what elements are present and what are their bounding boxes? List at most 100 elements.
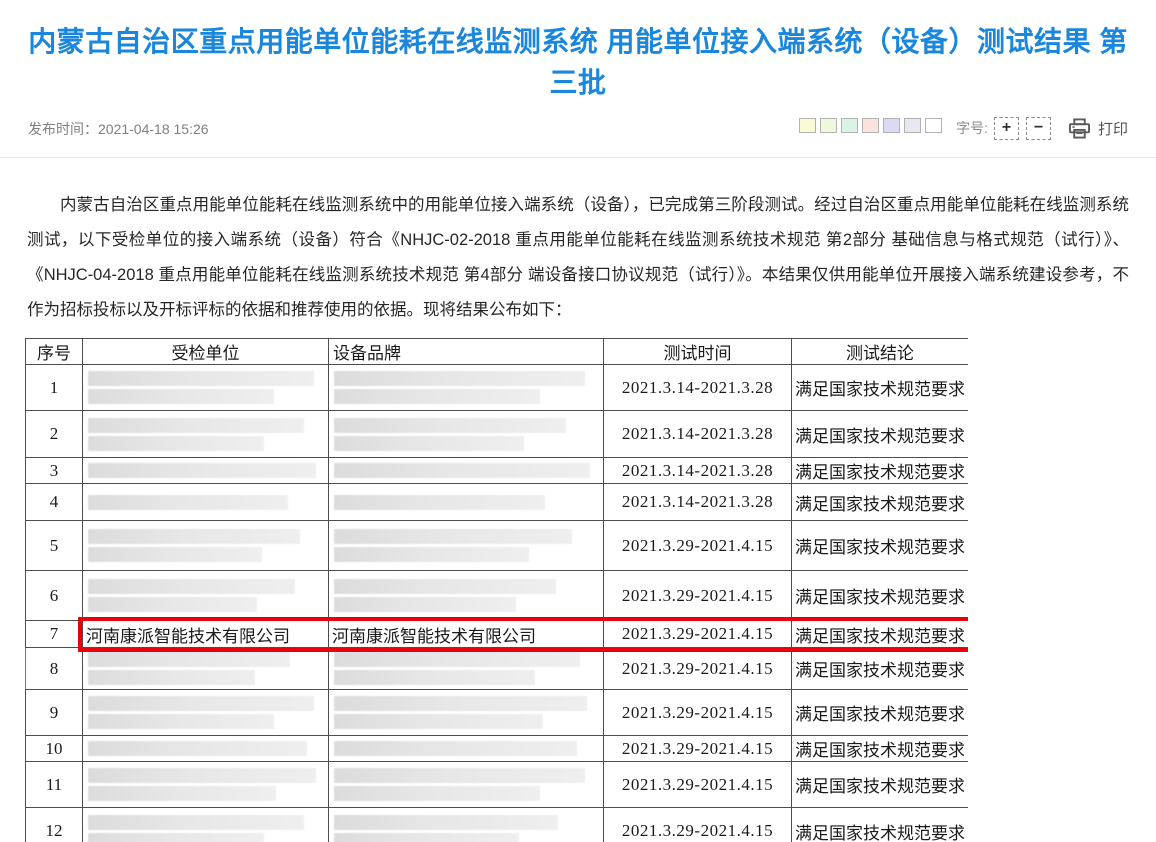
unit-cell [83,458,329,484]
table-row: 62021.3.29-2021.4.15满足国家技术规范要求 [26,571,969,621]
brand-cell [329,458,604,484]
brand-cell [329,484,604,521]
result-cell: 满足国家技术规范要求 [792,648,969,690]
unit-cell [83,648,329,690]
unit-cell [83,571,329,621]
redacted-text [334,652,598,685]
redacted-text [334,815,598,842]
meta-row: 发布时间：2021-04-18 15:26 字号: + − 打印 [28,115,1128,141]
row-number-cell: 6 [26,571,83,621]
result-cell: 满足国家技术规范要求 [792,411,969,458]
result-cell: 满足国家技术规范要求 [792,484,969,521]
font-increase-button[interactable]: + [994,117,1019,140]
redacted-text [88,768,323,801]
toolbar: 字号: + − 打印 [799,115,1128,141]
brand-cell [329,762,604,808]
brand-cell [329,736,604,762]
column-header: 测试时间 [604,339,792,365]
table-row: 52021.3.29-2021.4.15满足国家技术规范要求 [26,521,969,571]
results-table: 序号受检单位设备品牌测试时间测试结论 12021.3.14-2021.3.28满… [25,338,968,842]
color-swatch[interactable] [820,118,837,133]
time-cell: 2021.3.29-2021.4.15 [604,762,792,808]
unit-cell [83,736,329,762]
redacted-text [334,696,598,729]
result-cell: 满足国家技术规范要求 [792,736,969,762]
redacted-text [88,529,323,562]
brand-cell [329,648,604,690]
redacted-text [334,741,598,756]
print-button[interactable]: 打印 [1068,118,1128,139]
redacted-text [88,579,323,612]
row-number-cell: 1 [26,365,83,411]
color-swatch[interactable] [925,118,942,133]
font-size-label: 字号: [956,118,988,138]
table-row: 1 2021.3.14-2021.3.28满足国家技术规范要求 [26,365,969,411]
time-cell: 2021.3.29-2021.4.15 [604,648,792,690]
redacted-text [334,529,598,562]
redacted-text [88,696,323,729]
table-row: 82021.3.29-2021.4.15满足国家技术规范要求 [26,648,969,690]
brand-cell: 河南康派智能技术有限公司 [329,621,604,648]
row-number-cell: 5 [26,521,83,571]
color-swatch[interactable] [862,118,879,133]
unit-cell [83,411,329,458]
result-cell: 满足国家技术规范要求 [792,808,969,842]
brand-cell [329,571,604,621]
row-number-cell: 2 [26,411,83,458]
result-cell: 满足国家技术规范要求 [792,458,969,484]
table-row: 2 2021.3.14-2021.3.28满足国家技术规范要求 [26,411,969,458]
time-cell: 2021.3.14-2021.3.28 [604,411,792,458]
brand-cell [329,411,604,458]
unit-cell [83,690,329,736]
column-header: 受检单位 [83,339,329,365]
publish-time: 发布时间：2021-04-18 15:26 [28,119,209,139]
page-title: 内蒙古自治区重点用能单位能耗在线监测系统 用能单位接入端系统（设备）测试结果 第… [26,21,1130,103]
row-number-cell: 3 [26,458,83,484]
row-number-cell: 11 [26,762,83,808]
table-row: 11 2021.3.29-2021.4.15满足国家技术规范要求 [26,762,969,808]
unit-cell [83,484,329,521]
unit-cell [83,365,329,411]
result-cell: 满足国家技术规范要求 [792,571,969,621]
print-label: 打印 [1098,118,1128,139]
result-cell: 满足国家技术规范要求 [792,690,969,736]
unit-cell: 河南康派智能技术有限公司 [83,621,329,648]
color-swatch[interactable] [883,118,900,133]
color-swatch[interactable] [904,118,921,133]
color-swatch[interactable] [799,118,816,133]
table-header-row: 序号受检单位设备品牌测试时间测试结论 [26,339,969,365]
row-number-cell: 7 [26,621,83,648]
result-cell: 满足国家技术规范要求 [792,621,969,648]
font-decrease-button[interactable]: − [1026,117,1051,140]
time-cell: 2021.3.14-2021.3.28 [604,458,792,484]
result-cell: 满足国家技术规范要求 [792,762,969,808]
row-number-cell: 9 [26,690,83,736]
redacted-text [88,371,323,404]
publish-label: 发布时间： [28,121,98,137]
table-row: 122021.3.29-2021.4.15满足国家技术规范要求 [26,808,969,842]
redacted-text [88,463,323,478]
column-header: 设备品牌 [329,339,604,365]
brand-cell [329,808,604,842]
redacted-text [88,652,323,685]
column-header: 序号 [26,339,83,365]
table-row: 7河南康派智能技术有限公司河南康派智能技术有限公司2021.3.29-2021.… [26,621,969,648]
time-cell: 2021.3.14-2021.3.28 [604,365,792,411]
redacted-text [88,741,323,756]
article-page: 内蒙古自治区重点用能单位能耗在线监测系统 用能单位接入端系统（设备）测试结果 第… [0,21,1156,842]
unit-cell [83,521,329,571]
time-cell: 2021.3.14-2021.3.28 [604,484,792,521]
brand-cell [329,365,604,411]
printer-icon [1068,118,1091,139]
brand-cell [329,690,604,736]
row-number-cell: 10 [26,736,83,762]
table-body: 12021.3.14-2021.3.28满足国家技术规范要求22021.3.14… [26,365,969,842]
result-cell: 满足国家技术规范要求 [792,521,969,571]
time-cell: 2021.3.29-2021.4.15 [604,808,792,842]
time-cell: 2021.3.29-2021.4.15 [604,690,792,736]
unit-cell [83,808,329,842]
table-row: 42021.3.14-2021.3.28满足国家技术规范要求 [26,484,969,521]
result-cell: 满足国家技术规范要求 [792,365,969,411]
color-swatch[interactable] [841,118,858,133]
time-cell: 2021.3.29-2021.4.15 [604,736,792,762]
